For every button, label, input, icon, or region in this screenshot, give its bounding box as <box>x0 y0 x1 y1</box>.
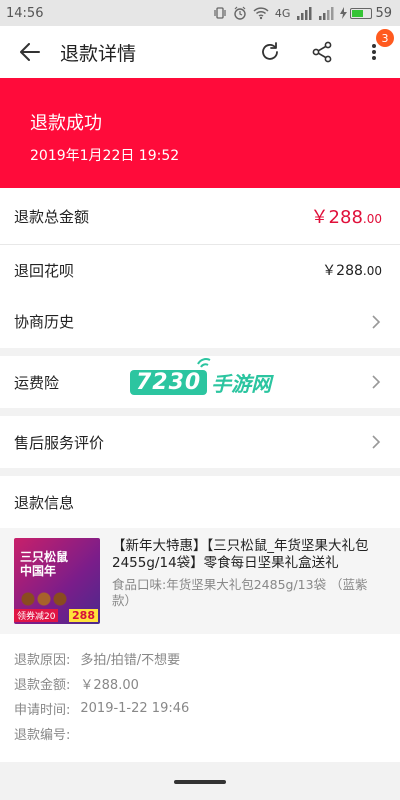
after-sales-card[interactable]: 售后服务评价 <box>0 416 400 468</box>
product-item[interactable]: 三只松鼠 中国年 领券减20 288 【新年大特惠】【三只松鼠_年货坚果大礼包2… <box>0 528 400 634</box>
battery-level: 59 <box>375 5 392 21</box>
wifi-signal-icon <box>197 358 211 368</box>
share-button[interactable] <box>296 26 348 78</box>
vibrate-icon <box>214 7 226 19</box>
signal-icon <box>297 6 312 20</box>
refund-status-banner: 退款成功 2019年1月22日 19:52 <box>0 78 400 188</box>
product-thumbnail[interactable]: 三只松鼠 中国年 领券减20 288 <box>14 538 100 624</box>
refund-details: 退款原因: 多拍/拍错/不想要 退款金额: ￥288.00 申请时间: 2019… <box>0 634 400 762</box>
thumbnail-price-tag: 288 <box>69 609 98 622</box>
nuts-illustration <box>18 590 78 608</box>
thumbnail-promo: 领券减20 <box>14 609 59 622</box>
signal-icon-2 <box>319 6 334 20</box>
more-menu-button[interactable]: 3 <box>348 26 400 78</box>
negotiation-history-label: 协商历史 <box>14 313 75 331</box>
total-amount-value: ￥288.00 <box>310 207 382 228</box>
chevron-right-icon <box>372 314 381 329</box>
wifi-icon <box>253 7 269 20</box>
shipping-insurance-label: 运费险 <box>14 373 60 392</box>
after-sales-label: 售后服务评价 <box>14 433 105 452</box>
product-spec: 食品口味:年货坚果大礼包2485g/13袋 （蓝紫款） <box>112 577 368 608</box>
site-watermark: 7230 手游网 <box>130 358 272 397</box>
after-sales-row[interactable]: 售后服务评价 <box>0 416 400 468</box>
refund-reason-value: 多拍/拍错/不想要 <box>80 653 181 668</box>
refund-status-time: 2019年1月22日 19:52 <box>30 148 180 164</box>
refund-number-label: 退款编号: <box>14 728 71 743</box>
notification-badge: 3 <box>376 29 394 47</box>
total-amount-label: 退款总金额 <box>14 207 90 226</box>
refund-info-title: 退款信息 <box>14 493 75 512</box>
watermark-number: 7230 <box>130 370 208 395</box>
refund-status-text: 退款成功 <box>30 113 102 134</box>
battery-indicator: 59 <box>340 6 392 21</box>
refund-destination-label: 退回花呗 <box>14 261 75 280</box>
status-time: 14:56 <box>6 5 44 21</box>
chevron-right-icon <box>372 435 381 449</box>
refund-info-header: 退款信息 <box>0 476 400 528</box>
charging-icon <box>340 7 348 19</box>
refresh-button[interactable] <box>244 26 296 78</box>
battery-icon <box>350 7 373 19</box>
page-title: 退款详情 <box>60 42 137 65</box>
refund-amount-value: ￥288.00 <box>80 678 139 693</box>
refund-destination-amount: ￥288.00 <box>322 263 382 279</box>
chevron-right-icon <box>372 375 381 389</box>
refund-info-title-row: 退款信息 <box>0 476 400 528</box>
refund-amount-label: 退款金额: <box>14 678 71 693</box>
app-bar: 退款详情 3 <box>0 26 400 78</box>
apply-time-line: 申请时间: 2019-1-22 19:46 <box>14 696 386 721</box>
thumbnail-box-text: 三只松鼠 中国年 <box>20 550 69 578</box>
negotiation-history-row[interactable]: 协商历史 <box>0 295 400 348</box>
share-icon <box>312 41 332 63</box>
refund-reason-label: 退款原因: <box>14 653 71 668</box>
refund-number-line: 退款编号: <box>14 721 386 746</box>
more-vertical-icon <box>372 44 376 60</box>
status-icons: 4G 59 <box>213 6 392 21</box>
refund-amount-line: 退款金额: ￥288.00 <box>14 671 386 696</box>
watermark-text: 手游网 <box>211 372 272 396</box>
refund-summary-card: 退款总金额 ￥288.00 退回花呗 ￥288.00 协商历史 <box>0 188 400 348</box>
total-amount-row: 退款总金额 ￥288.00 <box>0 188 400 244</box>
refund-reason-line: 退款原因: 多拍/拍错/不想要 <box>14 646 386 671</box>
alarm-icon <box>234 6 246 20</box>
refresh-icon <box>262 42 278 60</box>
network-type: 4G <box>274 6 291 20</box>
refund-destination-row: 退回花呗 ￥288.00 <box>0 245 400 295</box>
back-button[interactable] <box>0 26 60 78</box>
home-gesture-bar[interactable] <box>174 780 226 784</box>
apply-time-value: 2019-1-22 19:46 <box>80 701 190 716</box>
product-info: 【新年大特惠】【三只松鼠_年货坚果大礼包2455g/14袋】零食每日坚果礼盒送礼… <box>112 538 386 624</box>
product-name: 【新年大特惠】【三只松鼠_年货坚果大礼包2455g/14袋】零食每日坚果礼盒送礼 <box>112 538 369 571</box>
back-arrow-icon <box>20 43 40 61</box>
status-bar: 14:56 4G 59 <box>0 0 400 26</box>
apply-time-label: 申请时间: <box>14 703 71 718</box>
